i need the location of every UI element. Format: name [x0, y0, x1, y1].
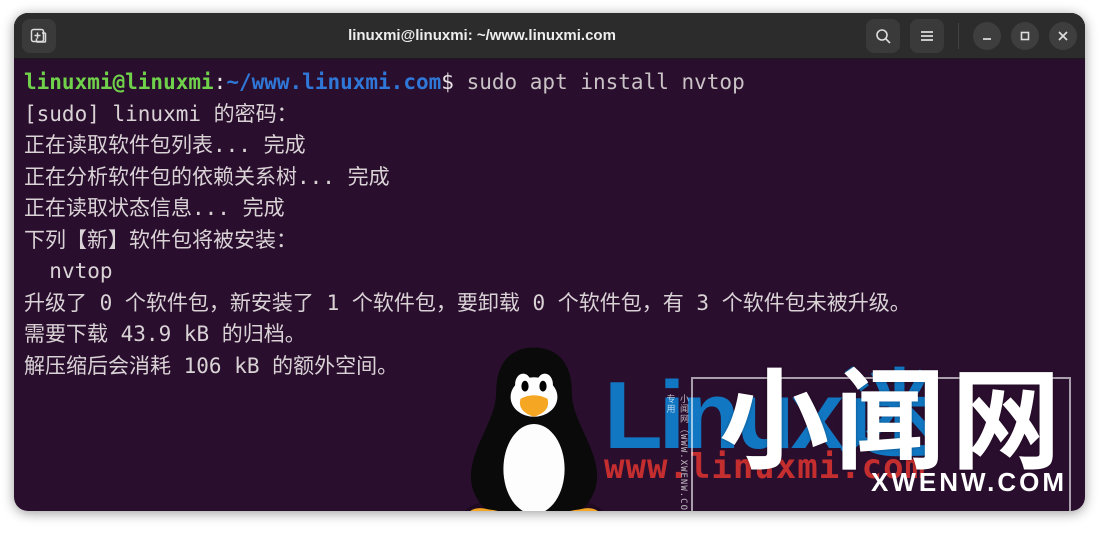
close-icon	[1057, 30, 1069, 42]
terminal-window: linuxmi@linuxmi: ~/www.linuxmi.com	[14, 13, 1085, 511]
output-line: 升级了 0 个软件包，新安装了 1 个软件包，要卸载 0 个软件包，有 3 个软…	[24, 291, 911, 315]
minimize-button[interactable]	[973, 22, 1001, 50]
output-line: [sudo] linuxmi 的密码：	[24, 102, 298, 126]
prompt-sep: :	[214, 70, 227, 94]
new-tab-icon	[30, 27, 48, 45]
titlebar-separator	[958, 23, 959, 49]
prompt-cwd: ~/www.linuxmi.com	[226, 70, 441, 94]
maximize-icon	[1019, 30, 1031, 42]
search-icon	[875, 28, 891, 44]
menu-button[interactable]	[910, 19, 944, 53]
prompt-sigil: $	[441, 70, 454, 94]
titlebar: linuxmi@linuxmi: ~/www.linuxmi.com	[14, 13, 1085, 59]
watermark-linux-url: www.linuxmi.com	[604, 442, 926, 493]
watermark-frame	[691, 377, 1071, 511]
output-line: 正在读取软件包列表... 完成	[24, 133, 306, 157]
output-line: 正在分析软件包的依赖关系树... 完成	[24, 165, 390, 189]
prompt-userhost: linuxmi@linuxmi	[24, 70, 214, 94]
terminal-body[interactable]: linuxmi@linuxmi:~/www.linuxmi.com$ sudo …	[14, 59, 1085, 511]
hamburger-icon	[919, 28, 935, 44]
output-line: 解压缩后会消耗 106 kB 的额外空间。	[24, 354, 398, 378]
output-line: 下列【新】软件包将被安装：	[24, 228, 297, 252]
watermark-xwen-en: XWENW.COM	[627, 463, 1067, 502]
close-button[interactable]	[1049, 22, 1077, 50]
maximize-button[interactable]	[1011, 22, 1039, 50]
output-line: 需要下载 43.9 kB 的归档。	[24, 322, 306, 346]
command-text: sudo apt install nvtop	[467, 70, 745, 94]
search-button[interactable]	[866, 19, 900, 53]
window-title: linuxmi@linuxmi: ~/www.linuxmi.com	[106, 27, 858, 44]
watermark-side-text: 小闻网（WWW.XWENW.COM）专用	[673, 394, 689, 511]
minimize-icon	[981, 30, 993, 42]
output-line: 正在读取状态信息... 完成	[24, 196, 285, 220]
new-tab-button[interactable]	[22, 19, 56, 53]
terminal-content: linuxmi@linuxmi:~/www.linuxmi.com$ sudo …	[24, 67, 1075, 382]
output-line: nvtop	[24, 259, 113, 283]
